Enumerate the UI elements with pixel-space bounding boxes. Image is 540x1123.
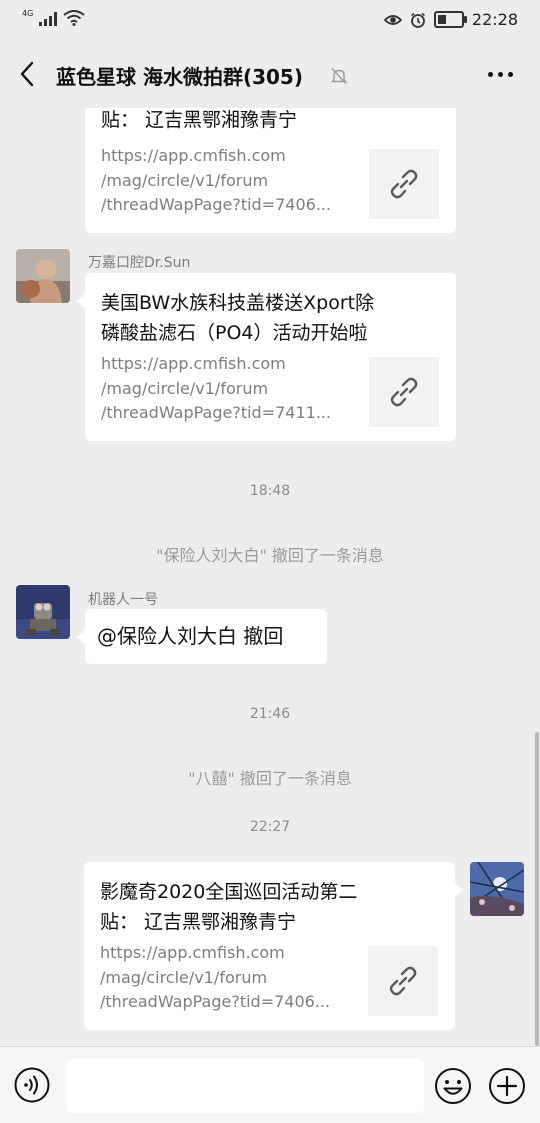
input-bar: [0, 1046, 540, 1123]
avatar[interactable]: [16, 249, 70, 303]
link-card-url: https://app.cmfish.com /mag/circle/v1/fo…: [101, 146, 332, 214]
message-text: @保险人刘大白 撤回: [97, 624, 284, 648]
sender-name: 机器人一号: [88, 592, 158, 608]
chat-header: 蓝色星球 海水微拍群(305): [0, 42, 540, 108]
sender-name: 万嘉口腔Dr.Sun: [88, 255, 191, 271]
chat-title: 蓝色星球 海水微拍群(305): [56, 65, 303, 89]
timestamp: 21:46: [249, 706, 291, 722]
bubble-tail: [77, 630, 85, 644]
back-arrow-icon[interactable]: [16, 60, 40, 88]
link-card-message[interactable]: 影魔奇2020全国巡回活动第二 贴： 辽吉黑鄂湘豫青宁 https://app.…: [84, 862, 455, 1030]
message-list[interactable]: 贴： 辽吉黑鄂湘豫青宁 https://app.cmfish.com /mag/…: [0, 108, 540, 1046]
link-icon: [390, 377, 418, 407]
bubble-tail: [77, 294, 85, 308]
link-thumbnail: [368, 946, 438, 1016]
timestamp: 18:48: [249, 483, 291, 499]
bubble-tail: [455, 883, 463, 897]
emoji-icon[interactable]: [434, 1067, 472, 1105]
link-card-title: 美国BW水族科技盖楼送Xport除 磷酸盐滤石（PO4）活动开始啦: [101, 292, 375, 344]
timestamp: 22:27: [249, 819, 291, 835]
signal-icon: [39, 12, 58, 26]
link-icon: [390, 169, 418, 199]
link-card-title: 贴： 辽吉黑鄂湘豫青宁: [101, 109, 298, 131]
clock-time: 22:28: [471, 10, 518, 29]
mute-bell-icon: [330, 68, 348, 84]
system-message: "八囍" 撤回了一条消息: [188, 769, 352, 788]
more-options-button[interactable]: [488, 72, 513, 77]
link-card-message[interactable]: 贴： 辽吉黑鄂湘豫青宁 https://app.cmfish.com /mag/…: [85, 108, 456, 233]
link-card-url: https://app.cmfish.com /mag/circle/v1/fo…: [100, 943, 331, 1011]
network-type: 4G: [22, 9, 34, 18]
self-avatar[interactable]: [470, 862, 524, 916]
link-thumbnail: [369, 149, 439, 219]
avatar[interactable]: [16, 585, 70, 639]
link-icon: [389, 966, 417, 996]
link-thumbnail: [369, 357, 439, 427]
eye-icon: [383, 13, 402, 27]
add-more-icon[interactable]: [488, 1067, 526, 1105]
text-message[interactable]: @保险人刘大白 撤回: [85, 609, 327, 664]
alarm-icon: [410, 12, 426, 28]
status-bar: 4G 22:28: [0, 0, 540, 42]
message-input[interactable]: [66, 1059, 424, 1113]
link-card-title: 影魔奇2020全国巡回活动第二 贴： 辽吉黑鄂湘豫青宁: [100, 881, 358, 933]
voice-input-icon[interactable]: [14, 1067, 50, 1103]
scrollbar[interactable]: [535, 732, 539, 1046]
system-message: "保险人刘大白" 撤回了一条消息: [156, 546, 384, 565]
link-card-message[interactable]: 美国BW水族科技盖楼送Xport除 磷酸盐滤石（PO4）活动开始啦 https:…: [85, 273, 456, 441]
link-card-url: https://app.cmfish.com /mag/circle/v1/fo…: [101, 354, 332, 422]
wifi-icon: [63, 10, 85, 26]
battery-icon: [433, 11, 467, 28]
